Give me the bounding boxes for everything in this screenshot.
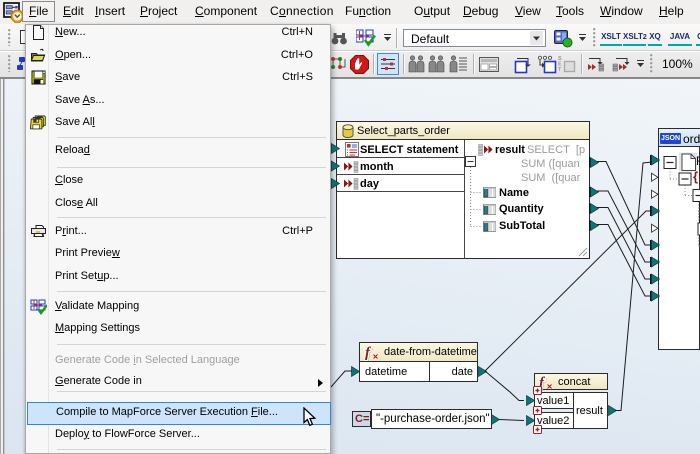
svg-text:T: T bbox=[558, 67, 562, 73]
